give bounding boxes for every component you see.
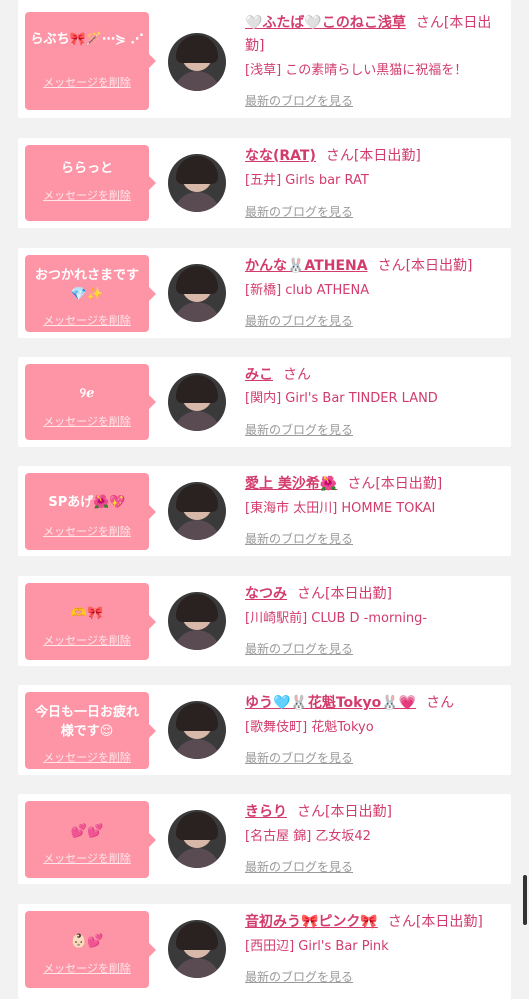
name-line: 🤍ふたば🤍このねこ浅草 さん[本日出勤] — [245, 12, 505, 58]
cast-name-link[interactable]: かんな🐰ATHENA — [245, 258, 368, 274]
blog-link[interactable]: 最新のブログを見る — [245, 641, 353, 657]
shop-text: [五井] Girls bar RAT — [245, 173, 369, 188]
message-bubble: SPあげ🌺💖 メッセージを削除 — [25, 473, 156, 550]
message-bubble: おつかれさまです💎✨ メッセージを削除 — [25, 255, 156, 332]
message-card: 💕💕 メッセージを削除 きらり さん[本日出勤] [名古屋 錦] 乙女坂42 最新… — [18, 794, 511, 884]
shop-text: [関内] Girl's Bar TINDER LAND — [245, 391, 438, 406]
san-label: さん — [297, 586, 325, 602]
delete-message-link[interactable]: メッセージを削除 — [25, 415, 149, 429]
shop-text: [浅草] この素晴らしい黒猫に祝福を！ — [245, 63, 468, 78]
blog-link[interactable]: 最新のブログを見る — [245, 422, 353, 438]
message-text: ୨ℯ — [79, 386, 95, 401]
standing-girl-avatar-icon[interactable] — [168, 592, 226, 650]
message-text: 👶🏻💕 — [70, 934, 104, 949]
san-label: さん — [415, 15, 444, 31]
delete-message-link[interactable]: メッセージを削除 — [25, 962, 149, 976]
delete-message-link[interactable]: メッセージを削除 — [25, 189, 149, 203]
scrollbar[interactable] — [523, 875, 527, 925]
status-text: [本日出勤] — [405, 258, 473, 274]
cat-ear-girl-avatar-icon[interactable] — [168, 33, 226, 91]
message-bubble: 💕💕 メッセージを削除 — [25, 801, 156, 878]
status-text: [本日出勤] — [353, 148, 421, 164]
message-card: ららっと メッセージを削除 なな(RAT) さん[本日出勤] [五井] Girls… — [18, 138, 511, 228]
san-label: さん — [377, 258, 406, 274]
shop-text: [名古屋 錦] 乙女坂42 — [245, 829, 371, 844]
message-bubble: 今日も一日お疲れ様です😌 メッセージを削除 — [25, 692, 156, 769]
blog-link[interactable]: 最新のブログを見る — [245, 204, 353, 220]
cast-name-link[interactable]: 🤍ふたば🤍このねこ浅草 — [245, 15, 406, 31]
delete-message-link[interactable]: メッセージを削除 — [25, 525, 149, 539]
cast-name-link[interactable]: 音初みう🎀ピンク🎀 — [245, 914, 378, 930]
message-text: おつかれさまです💎✨ — [34, 268, 139, 302]
message-card: SPあげ🌺💖 メッセージを削除 愛上 美沙希🌺 さん[本日出勤] [東海市 太田川… — [18, 466, 511, 556]
message-card: 🫶🎀 メッセージを削除 なつみ さん[本日出勤] [川崎駅前] CLUB D -m… — [18, 576, 511, 666]
message-bubble: ららっと メッセージを削除 — [25, 145, 156, 221]
san-label: さん — [387, 914, 416, 930]
girl-avatar-icon[interactable] — [168, 482, 226, 540]
name-line: みこ さん — [245, 364, 505, 387]
message-card: 今日も一日お疲れ様です😌 メッセージを削除 ゆう🩵🐰花魁Tokyo🐰💗 さん [歌… — [18, 685, 511, 775]
name-line: かんな🐰ATHENA さん[本日出勤] — [245, 255, 505, 278]
message-bubble: 👶🏻💕 メッセージを削除 — [25, 911, 156, 988]
blog-link[interactable]: 最新のブログを見る — [245, 969, 353, 985]
message-text: 🫶🎀 — [70, 606, 104, 621]
message-card: ୨ℯ メッセージを削除 みこ さん [関内] Girl's Bar TINDER … — [18, 357, 511, 447]
name-line: ゆう🩵🐰花魁Tokyo🐰💗 さん — [245, 692, 505, 715]
cast-name-link[interactable]: 愛上 美沙希🌺 — [245, 476, 337, 492]
blog-link[interactable]: 最新のブログを見る — [245, 531, 353, 547]
girl-avatar-icon[interactable] — [168, 154, 226, 212]
san-label: さん — [347, 476, 376, 492]
san-label: さん — [283, 367, 311, 383]
message-card: 👶🏻💕 メッセージを削除 音初みう🎀ピンク🎀 さん[本日出勤] [西田辺] Gir… — [18, 904, 511, 999]
delete-message-link[interactable]: メッセージを削除 — [25, 852, 149, 866]
shop-text: [歌舞伎町] 花魁Tokyo — [245, 720, 374, 735]
name-line: きらり さん[本日出勤] — [245, 801, 505, 824]
shop-text: [新橋] club ATHENA — [245, 283, 370, 298]
name-line: なつみ さん[本日出勤] — [245, 583, 505, 606]
blog-link[interactable]: 最新のブログを見る — [245, 313, 353, 329]
cast-name-link[interactable]: みこ — [245, 367, 273, 383]
san-label: さん — [297, 804, 325, 820]
message-bubble: ୨ℯ メッセージを削除 — [25, 364, 156, 440]
delete-message-link[interactable]: メッセージを削除 — [25, 634, 149, 648]
blog-link[interactable]: 最新のブログを見る — [245, 750, 353, 766]
message-bubble: 🫶🎀 メッセージを削除 — [25, 583, 156, 660]
name-line: 愛上 美沙希🌺 さん[本日出勤] — [245, 473, 505, 496]
two-girls-avatar-icon[interactable] — [168, 920, 226, 978]
status-text: [本日出勤] — [325, 586, 392, 602]
message-card: らぶち🎀🪄⋯⋟ ⋰ メッセージを削除 🤍ふたば🤍このねこ浅草 さん[本日出勤] [… — [18, 0, 511, 118]
girl-avatar-icon[interactable] — [168, 373, 226, 431]
girl-avatar-icon[interactable] — [168, 810, 226, 868]
cast-name-link[interactable]: きらり — [245, 804, 287, 820]
status-text: [本日出勤] — [415, 914, 483, 930]
name-line: 音初みう🎀ピンク🎀 さん[本日出勤] — [245, 911, 505, 934]
message-bubble: らぶち🎀🪄⋯⋟ ⋰ メッセージを削除 — [25, 12, 156, 110]
shop-text: [東海市 太田川] HOMME TOKAI — [245, 501, 436, 516]
shop-text: [西田辺] Girl's Bar Pink — [245, 939, 389, 954]
san-label: さん — [325, 148, 354, 164]
san-label: さん — [426, 695, 455, 711]
status-text: [本日出勤] — [325, 804, 392, 820]
cast-name-link[interactable]: ゆう🩵🐰花魁Tokyo🐰💗 — [245, 695, 416, 711]
delete-message-link[interactable]: メッセージを削除 — [25, 751, 149, 765]
blog-link[interactable]: 最新のブログを見る — [245, 93, 353, 109]
status-text: [本日出勤] — [375, 476, 443, 492]
message-text: 💕💕 — [70, 824, 104, 839]
delete-message-link[interactable]: メッセージを削除 — [25, 314, 149, 328]
cast-name-link[interactable]: なつみ — [245, 586, 287, 602]
cast-name-link[interactable]: なな(RAT) — [245, 148, 316, 164]
message-text: 今日も一日お疲れ様です😌 — [34, 705, 139, 739]
name-line: なな(RAT) さん[本日出勤] — [245, 145, 505, 168]
message-text: ららっと — [60, 161, 113, 176]
girl-avatar-icon[interactable] — [168, 264, 226, 322]
delete-message-link[interactable]: メッセージを削除 — [25, 76, 149, 90]
message-card: おつかれさまです💎✨ メッセージを削除 かんな🐰ATHENA さん[本日出勤] [… — [18, 248, 511, 338]
blog-link[interactable]: 最新のブログを見る — [245, 859, 353, 875]
message-text: らぶち🎀🪄⋯⋟ ⋰ — [30, 32, 144, 47]
message-list: らぶち🎀🪄⋯⋟ ⋰ メッセージを削除 🤍ふたば🤍このねこ浅草 さん[本日出勤] [… — [0, 0, 529, 999]
shop-text: [川崎駅前] CLUB D -morning- — [245, 611, 428, 626]
girl-avatar-icon[interactable] — [168, 701, 226, 759]
message-text: SPあげ🌺💖 — [48, 495, 126, 510]
